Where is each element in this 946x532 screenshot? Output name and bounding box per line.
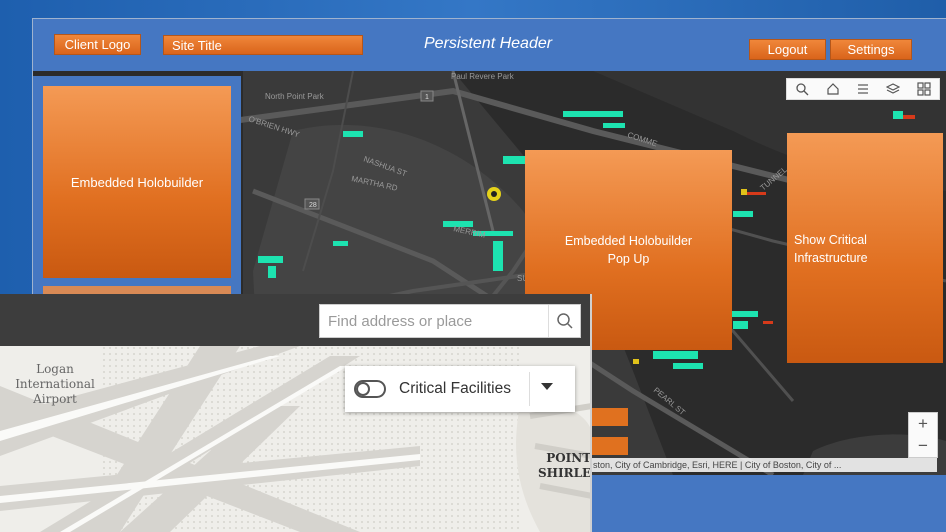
- point-shirley-label: POINT SHIRLE: [538, 451, 592, 480]
- small-orange-button[interactable]: [590, 437, 628, 455]
- logout-button[interactable]: Logout: [749, 39, 826, 60]
- route-1-shield: 1: [425, 94, 429, 101]
- site-title-button[interactable]: Site Title: [163, 35, 363, 55]
- holobuilder-popup-line1: Embedded Holobuilder: [564, 234, 693, 248]
- critical-infrastructure-panel[interactable]: Show Critical Infrastructure: [787, 133, 943, 363]
- qr-icon[interactable]: [915, 80, 933, 98]
- overlay-top-bar: [0, 294, 590, 346]
- zoom-out-button[interactable]: −: [909, 435, 937, 457]
- list-icon[interactable]: [854, 80, 872, 98]
- airport-label: Logan International Airport: [15, 362, 95, 406]
- embedded-holobuilder-panel[interactable]: Embedded Holobuilder: [43, 86, 231, 278]
- zoom-control: + −: [908, 412, 938, 458]
- layers-icon[interactable]: [884, 80, 902, 98]
- footer-bar: [590, 475, 946, 532]
- toggle-knob: [356, 382, 370, 396]
- persistent-header-title: Persistent Header: [424, 35, 553, 52]
- critical-facilities-label: Critical Facilities: [399, 380, 511, 397]
- route-28-shield: 28: [309, 202, 317, 209]
- search-icon[interactable]: [793, 80, 811, 98]
- toggle-switch[interactable]: [354, 380, 386, 398]
- search-input[interactable]: [320, 305, 548, 337]
- critical-line1: Show Critical: [794, 233, 867, 247]
- critical-line2: Infrastructure: [794, 251, 868, 265]
- settings-button[interactable]: Settings: [830, 39, 912, 60]
- paul-revere-park-label: Paul Revere Park: [451, 72, 515, 81]
- map-toolbar: [786, 78, 940, 100]
- holobuilder-popup-line2: Pop Up: [607, 252, 650, 266]
- map-attribution: ston, City of Cambridge, Esri, HERE | Ci…: [590, 458, 937, 472]
- overlay-map-screenshot: Logan International Airport POINT SHIRLE…: [0, 294, 592, 532]
- north-point-park-label: North Point Park: [265, 92, 325, 101]
- small-orange-button[interactable]: [590, 408, 628, 426]
- app-header: Client Logo Site Title Persistent Header…: [33, 19, 946, 71]
- search-box: [319, 304, 581, 338]
- home-icon[interactable]: [824, 80, 842, 98]
- client-logo-button[interactable]: Client Logo: [54, 34, 141, 55]
- toggle-divider: [529, 372, 530, 406]
- zoom-in-button[interactable]: +: [909, 413, 937, 435]
- critical-facilities-toggle[interactable]: Critical Facilities: [345, 366, 575, 412]
- search-button[interactable]: [548, 305, 581, 337]
- chevron-down-icon[interactable]: [541, 383, 553, 390]
- search-icon: [557, 313, 573, 329]
